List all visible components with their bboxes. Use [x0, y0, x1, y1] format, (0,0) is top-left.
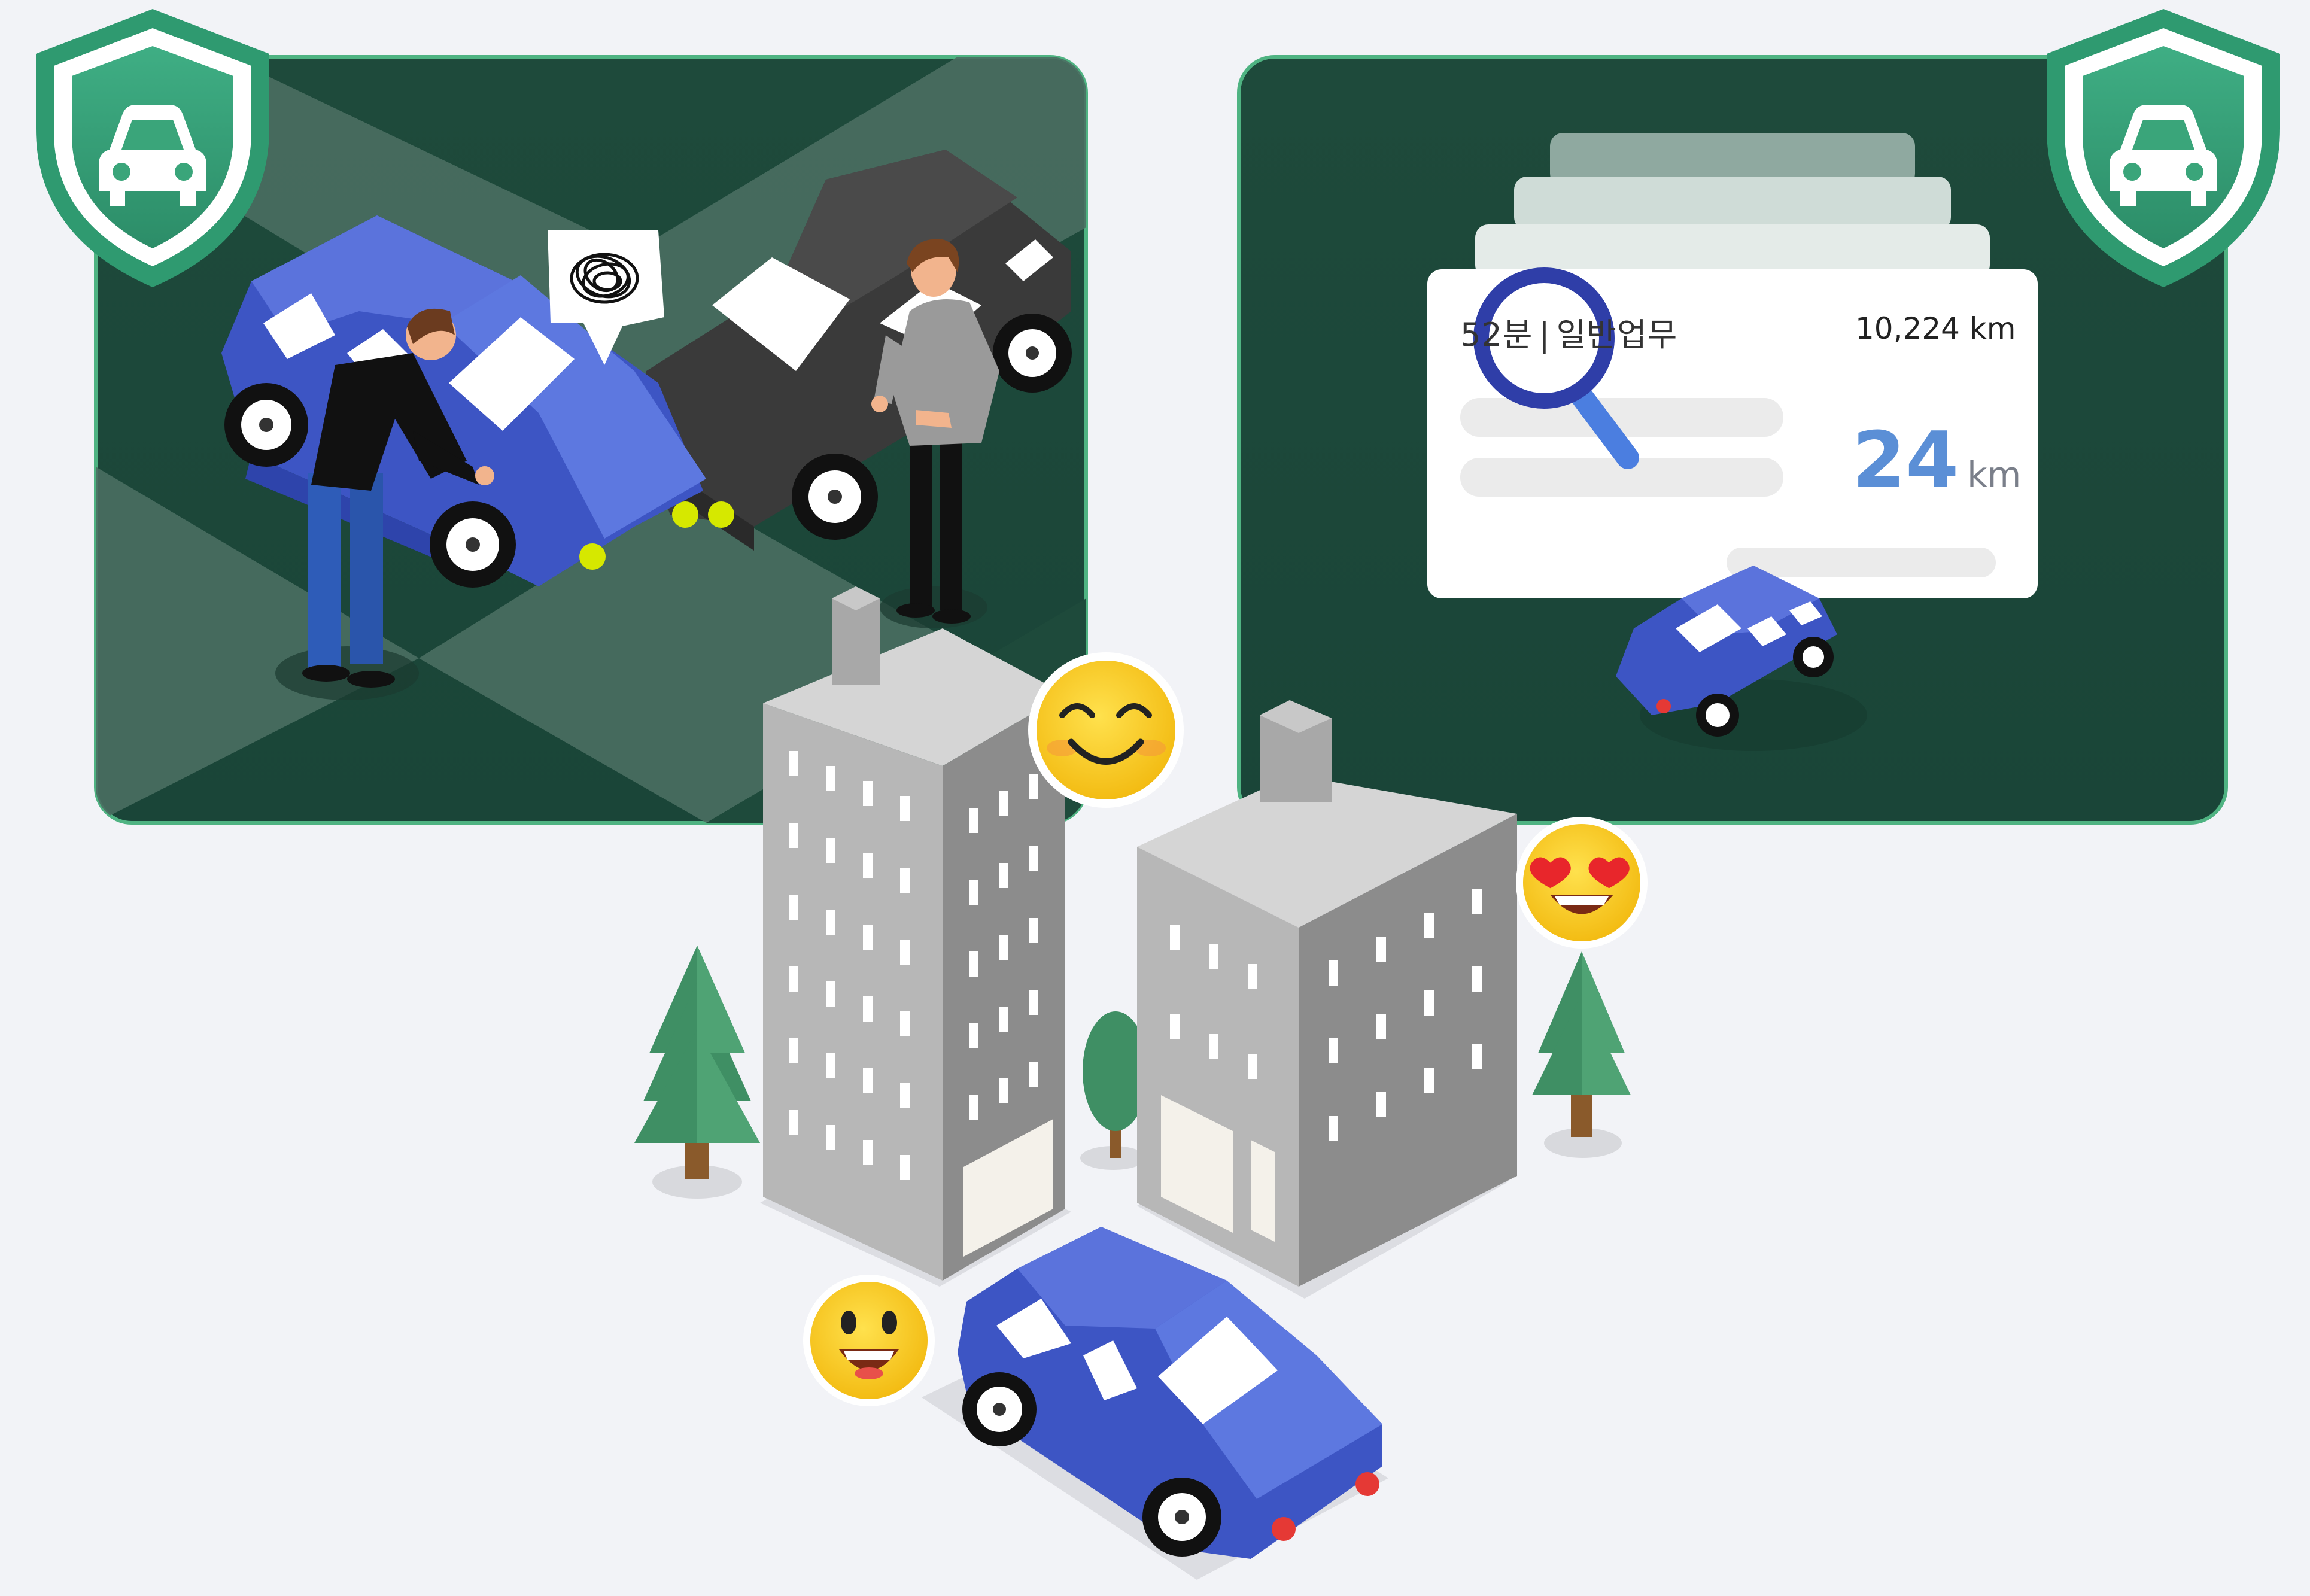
trip-distance-unit: km	[1967, 454, 2022, 495]
stacked-card-middle	[1514, 177, 1951, 230]
building-illustration	[763, 586, 1065, 1281]
trip-summary: 52분 | 일반업무	[1460, 308, 1677, 355]
grinning-face-icon	[803, 1275, 935, 1406]
illustration-scene	[36, 9, 2280, 1580]
smiling-face-icon	[1028, 652, 1184, 808]
trip-distance: 24 km	[1852, 416, 2021, 505]
trip-purpose: 일반업무	[1556, 316, 1678, 354]
trip-separator: |	[1539, 316, 1551, 354]
odometer-reading: 10,224 km	[1855, 311, 2016, 346]
trip-duration: 52분	[1460, 316, 1533, 354]
heart-eyes-face-icon	[1516, 817, 1648, 949]
trip-distance-value: 24	[1852, 416, 1959, 505]
tree-illustration	[1532, 951, 1631, 1137]
tree-illustration	[634, 946, 760, 1179]
